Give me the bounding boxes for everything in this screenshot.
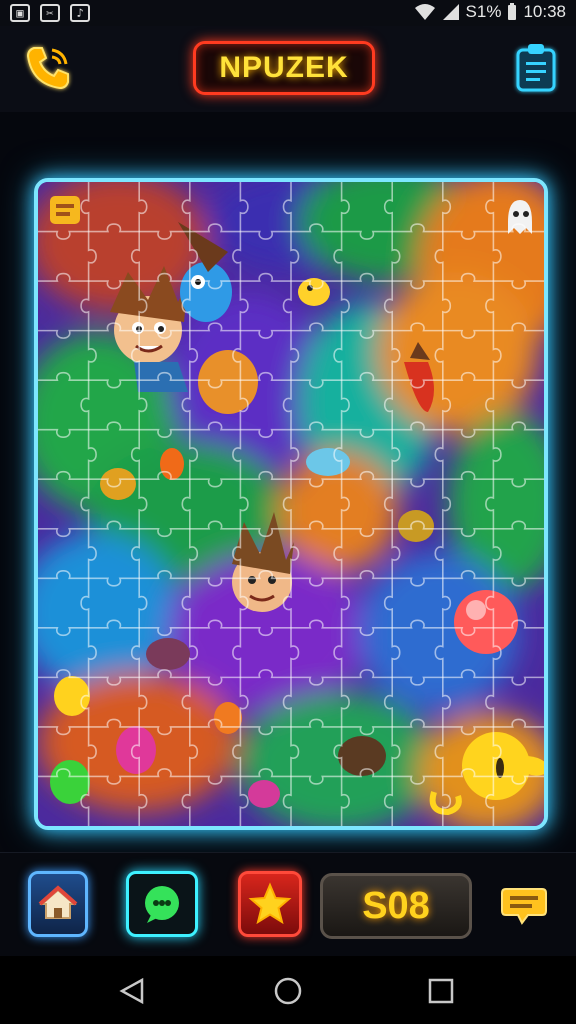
chat-button[interactable] <box>126 871 198 937</box>
puzzle-grid-lines <box>38 182 544 826</box>
game-title: NPUZEK <box>219 51 349 84</box>
game-title-badge: NPUZEK <box>193 41 375 95</box>
grid-column-line <box>130 182 148 826</box>
home-icon <box>38 885 78 919</box>
status-bar: ▣ ✂ ♪ S1% 10:38 <box>0 0 576 26</box>
system-nav-bar <box>0 956 576 1024</box>
score-value: S08 <box>362 884 430 927</box>
bottom-toolbar: S08 <box>0 852 576 956</box>
signal-icon <box>442 4 459 20</box>
grid-column-line <box>80 182 97 826</box>
back-icon <box>119 977 144 1005</box>
grid-column-line <box>181 182 199 826</box>
home-nav-button[interactable] <box>273 976 303 1006</box>
back-button[interactable] <box>118 976 148 1006</box>
grid-column-line <box>282 182 300 826</box>
battery-icon <box>508 3 517 20</box>
battery-text: S1% <box>465 2 502 21</box>
home-circle-icon <box>274 977 302 1005</box>
recents-icon <box>428 978 454 1004</box>
grid-column-line <box>485 182 502 826</box>
grid-column-line <box>434 182 452 826</box>
grid-column-line <box>232 182 249 826</box>
grid-column-line <box>333 182 350 826</box>
clock-text: 10:38 <box>523 2 566 21</box>
clipboard-icon <box>516 44 556 92</box>
grid-column-line <box>383 182 401 826</box>
app-icon: ✂ <box>40 4 60 22</box>
game-header: NPUZEK <box>0 26 576 112</box>
home-button[interactable] <box>28 871 88 937</box>
star-button[interactable] <box>238 871 302 937</box>
puzzle-board[interactable] <box>34 178 548 830</box>
clipboard-button[interactable] <box>512 40 560 96</box>
chat-icon <box>145 886 179 923</box>
wifi-icon <box>414 4 435 20</box>
score-display: S08 <box>320 873 472 939</box>
phone-button[interactable] <box>22 42 74 94</box>
message-button[interactable] <box>498 879 550 931</box>
star-icon <box>248 882 292 925</box>
recents-button[interactable] <box>426 976 456 1006</box>
phone-icon <box>26 47 69 90</box>
gallery-icon: ▣ <box>10 4 30 22</box>
message-icon <box>501 888 547 925</box>
media-icon: ♪ <box>70 4 90 22</box>
puzzle-grid <box>38 182 544 826</box>
